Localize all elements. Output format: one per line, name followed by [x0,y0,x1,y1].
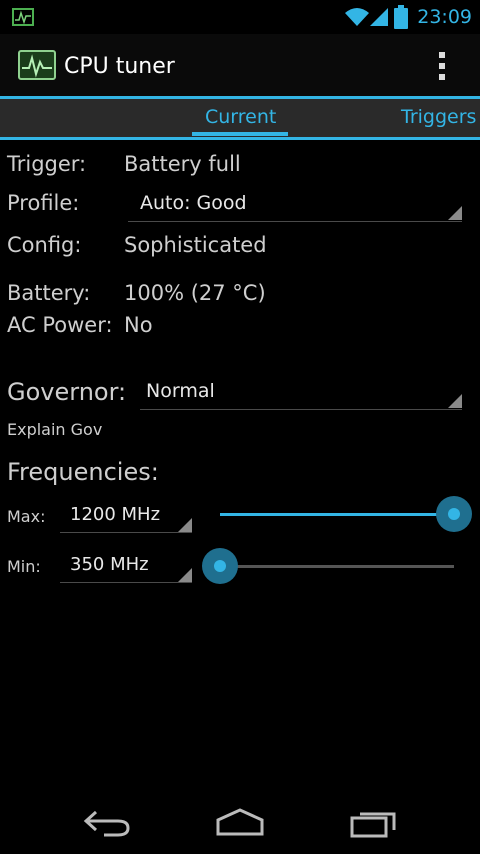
min-frequency-value: 350 MHz [70,554,149,575]
max-frequency-spinner-arrow-icon [178,518,192,532]
max-frequency-spinner[interactable]: 1200 MHz [60,498,192,534]
governor-spinner-value: Normal [146,380,215,402]
max-frequency-label: Max: [7,507,46,526]
home-icon[interactable] [214,806,266,838]
battery-icon [394,5,408,29]
min-frequency-spinner-underline [60,582,192,583]
config-label: Config: [7,233,82,257]
battery-value: 100% (27 °C) [124,281,266,305]
recent-apps-icon[interactable] [350,806,400,838]
max-frequency-slider-fill [220,513,454,516]
status-bar: 23:09 [0,0,480,34]
back-icon[interactable] [82,806,132,840]
ac-power-label: AC Power: [7,313,113,337]
governor-label: Governor: [7,378,127,406]
app-title: CPU tuner [64,54,175,79]
profile-spinner-underline [128,221,462,222]
wifi-icon [345,8,369,26]
status-clock: 23:09 [417,6,472,28]
min-frequency-slider-track [220,565,454,568]
app-icon [18,50,56,80]
explain-governor-link[interactable]: Explain Gov [7,420,102,439]
max-frequency-spinner-underline [60,532,192,533]
min-frequency-spinner[interactable]: 350 MHz [60,548,192,584]
tab-triggers[interactable]: Triggers [400,98,480,136]
max-frequency-slider-thumb[interactable] [436,496,472,532]
battery-label: Battery: [7,281,91,305]
trigger-label: Trigger: [7,152,87,176]
governor-spinner-underline [140,409,462,410]
overflow-menu-icon[interactable] [436,50,448,82]
signal-icon [370,8,388,26]
min-frequency-label: Min: [7,557,41,576]
trigger-value: Battery full [124,152,241,176]
frequencies-heading: Frequencies: [7,458,159,486]
min-frequency-slider-thumb[interactable] [202,548,238,584]
ac-power-value: No [124,313,153,337]
governor-spinner-arrow-icon [448,394,462,408]
profile-spinner-arrow-icon [448,206,462,220]
config-value: Sophisticated [124,233,267,257]
profile-spinner-value: Auto: Good [140,192,247,214]
tab-current[interactable]: Current [205,106,276,128]
profile-spinner[interactable]: Auto: Good [128,186,462,224]
min-frequency-slider[interactable] [202,548,454,584]
profile-label: Profile: [7,191,80,215]
cpu-notification-icon [12,8,34,26]
tab-current-indicator [192,132,288,136]
min-frequency-spinner-arrow-icon [178,568,192,582]
max-frequency-slider[interactable] [220,496,472,532]
governor-spinner[interactable]: Normal [140,374,462,412]
max-frequency-value: 1200 MHz [70,504,161,525]
tab-triggers-label: Triggers [401,106,477,128]
